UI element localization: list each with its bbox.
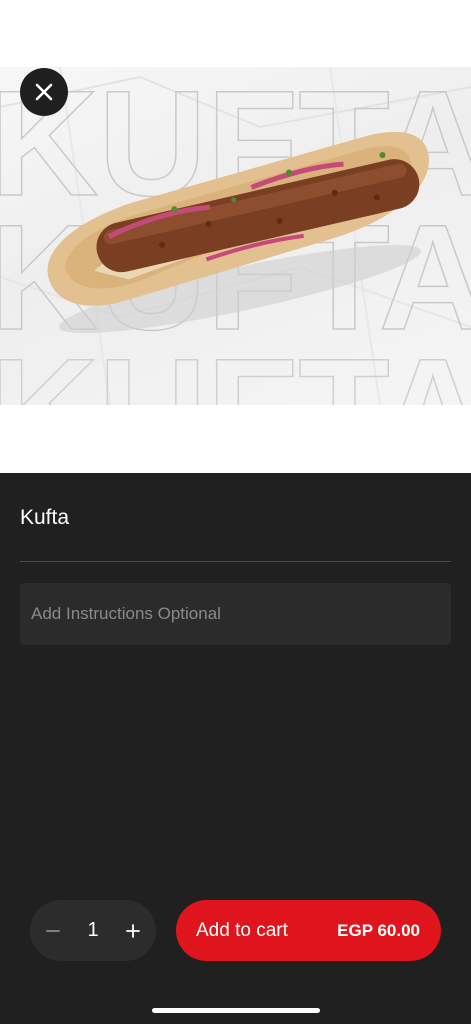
decrease-quantity-button[interactable] xyxy=(30,900,76,961)
add-to-cart-label: Add to cart xyxy=(196,919,288,941)
quantity-stepper: 1 xyxy=(30,900,156,961)
increase-quantity-button[interactable] xyxy=(110,900,156,961)
product-image: KUFTA KUFTA KUFTA xyxy=(0,67,471,405)
close-icon xyxy=(35,83,53,101)
price-label: EGP 60.00 xyxy=(337,920,420,940)
home-indicator[interactable] xyxy=(152,1008,320,1013)
divider xyxy=(20,561,451,562)
svg-text:KUFTA: KUFTA xyxy=(0,327,471,405)
quantity-value: 1 xyxy=(87,919,99,941)
close-button[interactable] xyxy=(20,68,68,116)
instructions-input[interactable] xyxy=(20,583,451,645)
plus-icon xyxy=(126,923,140,938)
product-title: Kufta xyxy=(20,506,70,529)
minus-icon xyxy=(46,929,60,932)
add-to-cart-button[interactable]: Add to cart EGP 60.00 xyxy=(176,900,441,961)
